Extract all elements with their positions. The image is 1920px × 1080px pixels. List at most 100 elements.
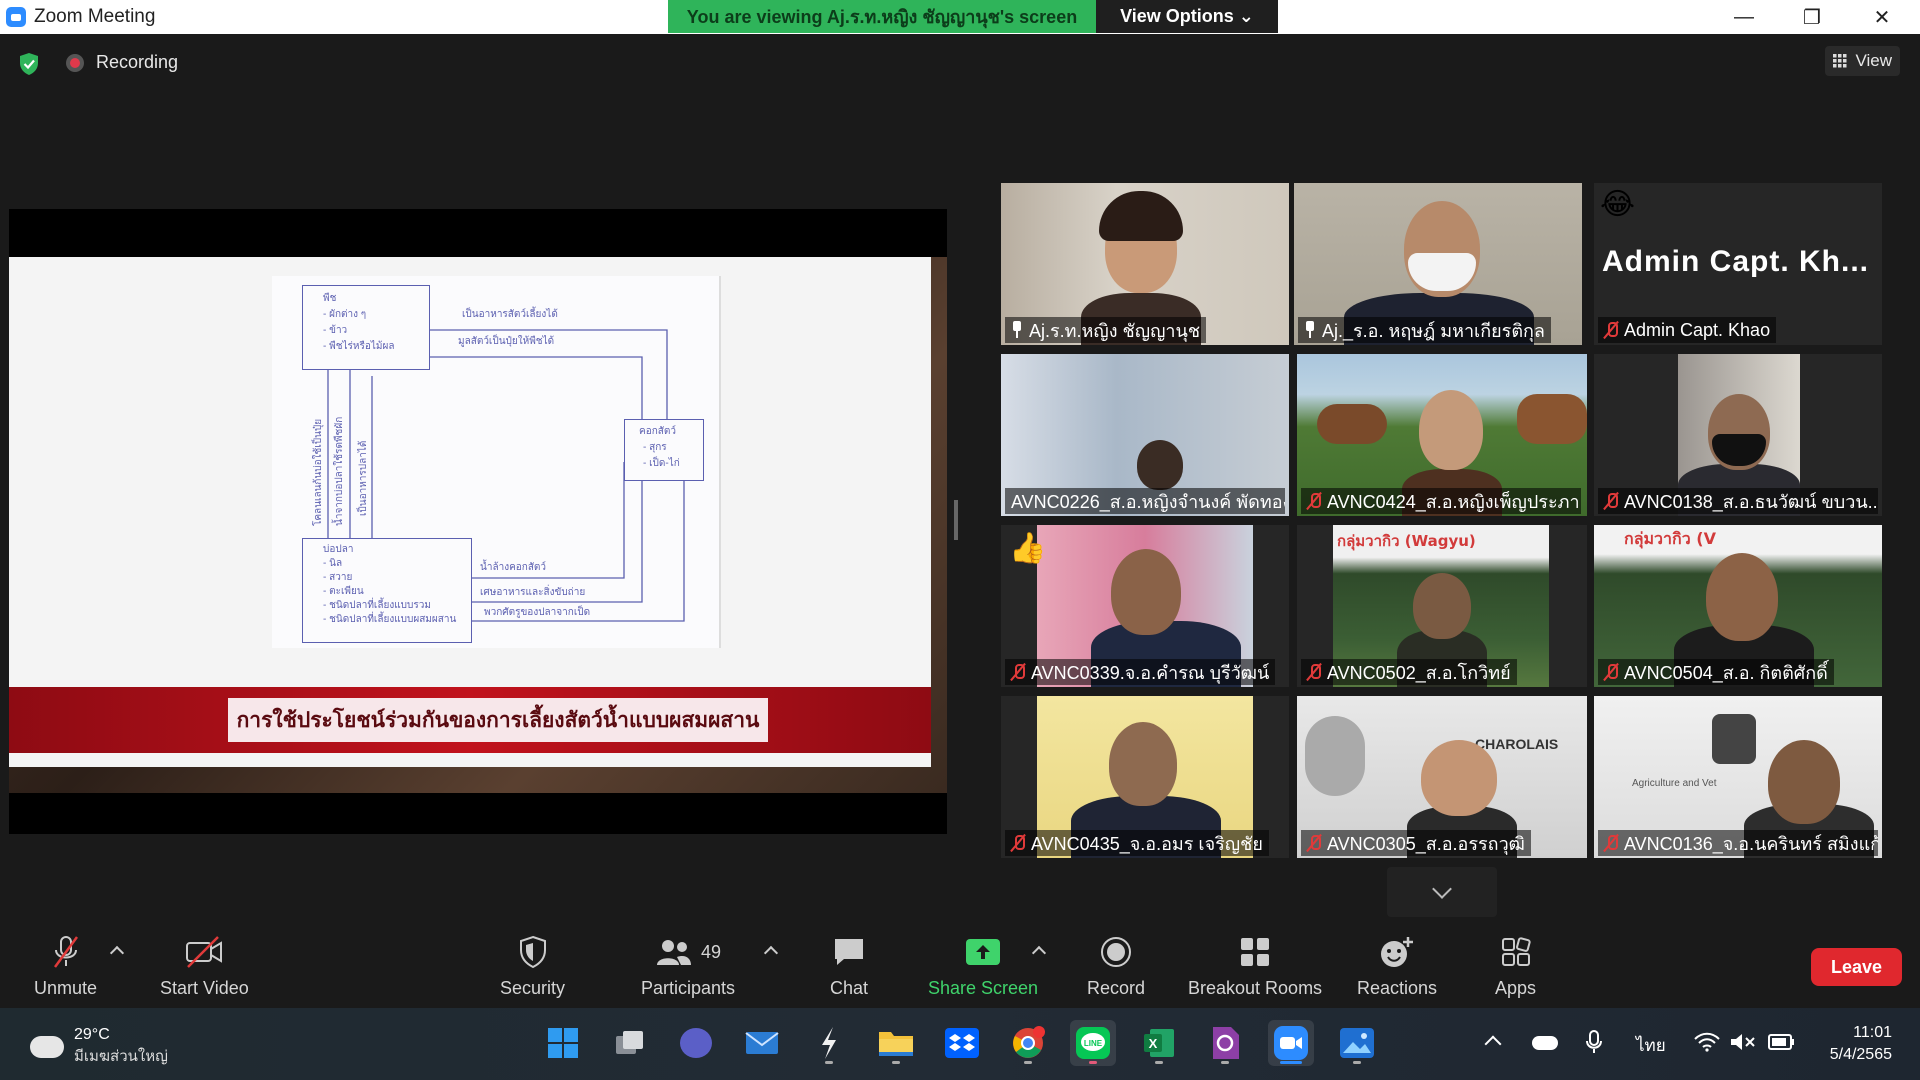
participant-name: AVNC0435_จ.อ.อมร เจริญชัย xyxy=(1031,833,1263,854)
app-s-icon[interactable] xyxy=(806,1020,852,1066)
participant-tile[interactable]: กลุ่มวากิว (V AVNC0504_ส.อ. กิตติศักดิ์ xyxy=(1594,525,1882,687)
photos-icon[interactable] xyxy=(1334,1020,1380,1066)
minimize-button[interactable]: — xyxy=(1714,0,1774,34)
apps-icon xyxy=(1501,937,1531,966)
mic-muted-icon xyxy=(1604,663,1618,681)
unmute-button[interactable]: Unmute xyxy=(34,934,97,999)
participant-name-bar: AVNC0435_จ.อ.อมร เจริญชัย xyxy=(1005,830,1269,856)
chrome-icon[interactable] xyxy=(1005,1020,1051,1066)
participant-tile[interactable]: CHAROLAIS AVNC0305_ส.อ.อรรถวุฒิ xyxy=(1297,696,1587,858)
reaction-emoji: 😂 xyxy=(1600,188,1636,221)
file-explorer-icon[interactable] xyxy=(873,1020,919,1066)
arrow-label: เศษอาหารและสิ่งขับถ่าย xyxy=(480,587,586,598)
view-button[interactable]: View xyxy=(1825,46,1900,76)
pin-icon xyxy=(1011,321,1023,339)
video-overlay-text: Agriculture and Vet xyxy=(1632,778,1717,789)
recording-indicator[interactable]: Recording xyxy=(66,52,178,73)
system-clock[interactable]: 11:01 5/4/2565 xyxy=(1830,1022,1892,1066)
input-language[interactable]: ไทย xyxy=(1636,1032,1666,1059)
maximize-button[interactable]: ❐ xyxy=(1782,0,1842,34)
participants-options-caret[interactable] xyxy=(763,945,779,961)
split-resize-handle[interactable] xyxy=(954,500,958,540)
participant-name: AVNC0305_ส.อ.อรรถวุฒิ xyxy=(1327,833,1525,854)
speaker-muted-icon[interactable] xyxy=(1730,1032,1756,1057)
windows-taskbar: 29°C มีเมฆส่วนใหญ่ LINE X ไทย 11:01 5/4/… xyxy=(0,1008,1920,1080)
participants-button[interactable]: 49 Participants xyxy=(641,934,735,999)
participant-name-bar: AVNC0305_ส.อ.อรรถวุฒิ xyxy=(1301,830,1531,856)
audio-options-caret[interactable] xyxy=(109,945,125,961)
participant-tile[interactable]: AVNC0424_ส.อ.หญิงเพ็ญประภา... xyxy=(1297,354,1587,516)
reactions-button[interactable]: Reactions xyxy=(1357,934,1437,999)
share-screen-button[interactable]: Share Screen xyxy=(928,934,1038,999)
security-button[interactable]: Security xyxy=(500,934,565,999)
view-options-button[interactable]: View Options ⌄ xyxy=(1096,0,1278,33)
participant-tile[interactable]: 👍 AVNC0339.จ.อ.คำรณ บุรีวัฒน์ xyxy=(1001,525,1289,687)
start-video-button[interactable]: Start Video xyxy=(160,934,249,999)
participant-tile[interactable]: AVNC0226_ส.อ.หญิงจำนงค์ พัดทอง xyxy=(1001,354,1289,516)
show-hidden-icons-chevron-icon[interactable] xyxy=(1484,1034,1502,1053)
participants-icon xyxy=(657,940,691,965)
arrow-label: เป็นอาหารสัตว์เลี้ยงได้ xyxy=(462,309,558,320)
window-title: Zoom Meeting xyxy=(34,6,156,27)
participant-tile[interactable]: กลุ่มวากิว (Wagyu) AVNC0502_ส.อ.โกวิทย์ xyxy=(1297,525,1587,687)
slide-caption: การใช้ประโยชน์ร่วมกันของการเลี้ยงสัตว์น้… xyxy=(228,698,768,742)
participant-name: AVNC0339.จ.อ.คำรณ บุรีวัฒน์ xyxy=(1031,662,1270,683)
participant-tile-active-speaker[interactable]: Aj._ร.อ. หฤษฎ์ มหาเกียรติกุล xyxy=(1294,183,1582,345)
mail-icon[interactable] xyxy=(739,1020,785,1066)
view-label: View xyxy=(1855,51,1892,70)
participant-name: AVNC0424_ส.อ.หญิงเพ็ญประภา... xyxy=(1327,491,1581,512)
encryption-shield-icon[interactable] xyxy=(18,52,40,76)
participant-name: Aj.ร.ท.หญิง ชัญญานุช xyxy=(1029,320,1201,341)
participant-tile[interactable]: AVNC0435_จ.อ.อมร เจริญชัย xyxy=(1001,696,1289,858)
participant-name: AVNC0136_จ.อ.นครินทร์ สมิงแก้ว xyxy=(1624,833,1878,854)
mic-muted-icon xyxy=(1604,834,1618,852)
task-view-icon[interactable] xyxy=(607,1020,653,1066)
grid-icon xyxy=(1833,54,1847,68)
participant-name: Aj._ร.อ. หฤษฎ์ มหาเกียรติกุล xyxy=(1322,320,1545,341)
participant-name-bar: AVNC0504_ส.อ. กิตติศักดิ์ xyxy=(1598,659,1834,685)
recording-dot-icon xyxy=(66,53,84,72)
participant-name-bar: AVNC0424_ส.อ.หญิงเพ็ญประภา... xyxy=(1301,488,1581,514)
zoom-icon[interactable] xyxy=(1268,1020,1314,1066)
weather-widget[interactable]: 29°C มีเมฆส่วนใหญ่ xyxy=(30,1026,168,1068)
temperature: 29°C xyxy=(74,1026,110,1043)
line-icon[interactable]: LINE xyxy=(1070,1020,1116,1066)
participants-label: Participants xyxy=(641,978,736,998)
participant-name: AVNC0138_ส.อ.ธนวัฒน์ ขบวน... xyxy=(1624,491,1878,512)
chat-button[interactable]: Chat xyxy=(830,934,868,999)
pdf-icon[interactable] xyxy=(1202,1020,1248,1066)
video-overlay-text: กลุ่มวากิว (V xyxy=(1624,529,1716,548)
excel-icon[interactable]: X xyxy=(1136,1020,1182,1066)
meeting-controls-toolbar: Unmute Start Video Security 49 Participa… xyxy=(0,922,1920,1008)
participant-name-bar: AVNC0136_จ.อ.นครินทร์ สมิงแก้ว xyxy=(1598,830,1878,856)
microphone-tray-icon[interactable] xyxy=(1586,1030,1602,1059)
onedrive-cloud-icon[interactable] xyxy=(1532,1036,1558,1050)
wifi-icon[interactable] xyxy=(1694,1032,1720,1057)
mic-muted-icon xyxy=(1307,834,1321,852)
dropbox-icon[interactable] xyxy=(939,1020,985,1066)
mic-muted-icon xyxy=(1307,492,1321,510)
chat-label: Chat xyxy=(830,978,869,998)
participant-tile[interactable]: Agriculture and Vet AVNC0136_จ.อ.นครินทร… xyxy=(1594,696,1882,858)
security-shield-icon xyxy=(519,935,546,969)
teams-icon[interactable] xyxy=(673,1020,719,1066)
participant-tile[interactable]: 😂 Admin Capt. Kh... Admin Capt. Khao xyxy=(1594,183,1882,345)
apps-button[interactable]: Apps xyxy=(1495,934,1536,999)
participant-tile[interactable]: Aj.ร.ท.หญิง ชัญญานุช xyxy=(1001,183,1289,345)
microphone-muted-icon xyxy=(53,936,78,968)
participant-tile[interactable]: AVNC0138_ส.อ.ธนวัฒน์ ขบวน... xyxy=(1594,354,1882,516)
zoom-app-icon xyxy=(6,7,26,27)
participant-display-name: Admin Capt. Kh... xyxy=(1602,245,1869,278)
svg-text:LINE: LINE xyxy=(1084,1039,1103,1048)
gallery-next-page-button[interactable] xyxy=(1387,867,1497,917)
battery-icon[interactable] xyxy=(1768,1032,1796,1057)
close-button[interactable]: ✕ xyxy=(1852,0,1912,34)
leave-meeting-button[interactable]: Leave xyxy=(1811,948,1902,986)
record-button[interactable]: Record xyxy=(1087,934,1145,999)
record-icon xyxy=(1101,937,1132,967)
participant-name-bar: AVNC0138_ส.อ.ธนวัฒน์ ขบวน... xyxy=(1598,488,1878,514)
windows-start-icon[interactable] xyxy=(540,1020,586,1066)
breakout-rooms-button[interactable]: Breakout Rooms xyxy=(1188,934,1322,999)
shared-screen[interactable]: พืช - ผักต่าง ๆ - ข้าว - พืชไร่หรือไม้ผล… xyxy=(9,209,947,834)
reactions-smiley-icon xyxy=(1381,937,1414,967)
